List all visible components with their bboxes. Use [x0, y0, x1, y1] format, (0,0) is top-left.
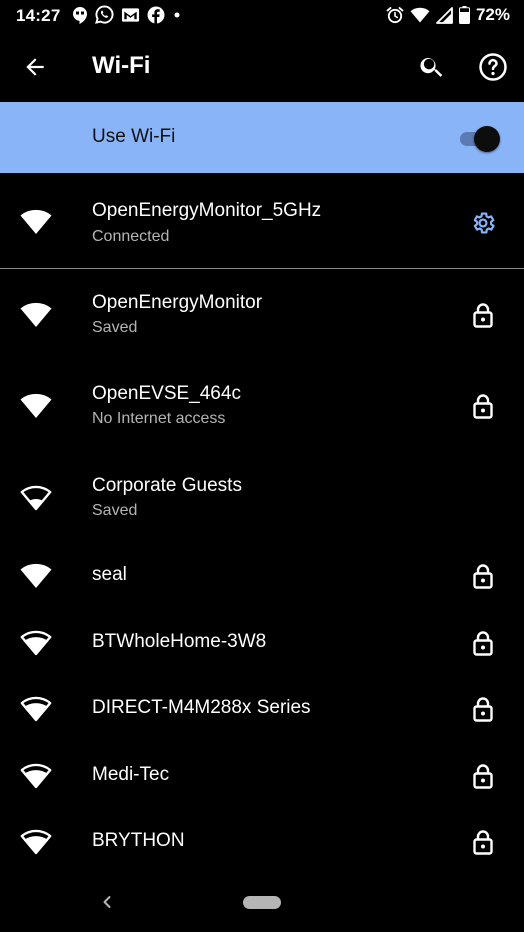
chevron-left-icon[interactable] [100, 893, 114, 911]
dot-icon [174, 12, 180, 17]
home-pill-icon[interactable] [243, 896, 281, 909]
navigation-bar [0, 878, 524, 932]
network-row[interactable]: DIRECT-M4M288x Series [0, 676, 524, 742]
network-name: BRYTHON [92, 830, 185, 851]
network-row[interactable]: Medi-Tec [0, 742, 524, 809]
status-time: 14:27 [16, 6, 61, 25]
lock-icon [473, 564, 493, 589]
arrow-left-icon[interactable] [22, 54, 48, 80]
network-name: seal [92, 564, 127, 585]
network-status: Saved [92, 502, 138, 519]
wifi-signal-icon [20, 485, 52, 511]
wifi-toggle[interactable] [458, 126, 500, 152]
network-row[interactable]: OpenEVSE_464c No Internet access [0, 360, 524, 452]
use-wifi-label: Use Wi-Fi [92, 126, 176, 147]
network-name: OpenEVSE_464c [92, 383, 241, 404]
wifi-icon [410, 7, 430, 23]
wifi-signal-icon [20, 630, 52, 656]
wifi-signal-icon [20, 209, 52, 234]
network-row[interactable]: Corporate Guests Saved [0, 452, 524, 543]
hangouts-icon [73, 6, 87, 24]
network-row[interactable]: seal [0, 543, 524, 609]
network-row[interactable]: OpenEnergyMonitor Saved [0, 269, 524, 360]
connected-network[interactable]: OpenEnergyMonitor_5GHz Connected [0, 173, 524, 268]
lock-icon [473, 631, 493, 656]
wifi-signal-icon [20, 763, 52, 789]
toggle-thumb [474, 126, 500, 152]
wifi-signal-icon [20, 393, 52, 418]
wifi-signal-icon [20, 829, 52, 855]
whatsapp-icon [95, 5, 114, 24]
wifi-signal-icon [20, 302, 52, 327]
network-name: DIRECT-M4M288x Series [92, 697, 311, 718]
network-status: No Internet access [92, 410, 226, 427]
lock-icon [473, 830, 493, 855]
battery-icon [458, 6, 470, 24]
network-row[interactable]: BRYTHON [0, 809, 524, 875]
signal-icon [436, 6, 453, 24]
gmail-icon [121, 7, 140, 22]
network-name: OpenEnergyMonitor [92, 292, 263, 313]
network-name: Corporate Guests [92, 475, 242, 496]
status-bar: 14:27 72% [0, 0, 524, 32]
wifi-signal-icon [20, 563, 52, 588]
network-name: OpenEnergyMonitor_5GHz [92, 200, 322, 221]
use-wifi-row[interactable]: Use Wi-Fi [0, 102, 524, 173]
lock-icon [473, 394, 493, 419]
help-icon[interactable] [478, 52, 508, 82]
system-icons: 72% [386, 5, 510, 25]
alarm-icon [386, 7, 404, 24]
network-status: Saved [92, 319, 138, 336]
page-title: Wi-Fi [92, 52, 151, 79]
network-row[interactable]: BTWholeHome-3W8 [0, 609, 524, 676]
battery-percent: 72% [475, 5, 510, 24]
network-name: BTWholeHome-3W8 [92, 631, 267, 652]
gear-icon[interactable] [470, 209, 496, 237]
network-status: Connected [92, 228, 170, 245]
network-name: Medi-Tec [92, 764, 170, 785]
app-bar: Wi-Fi [0, 32, 524, 102]
wifi-signal-icon [20, 696, 52, 722]
lock-icon [473, 303, 493, 328]
lock-icon [473, 764, 493, 789]
lock-icon [473, 697, 493, 722]
facebook-icon [147, 6, 165, 24]
notification-icons [72, 5, 182, 24]
search-icon[interactable] [418, 53, 446, 81]
